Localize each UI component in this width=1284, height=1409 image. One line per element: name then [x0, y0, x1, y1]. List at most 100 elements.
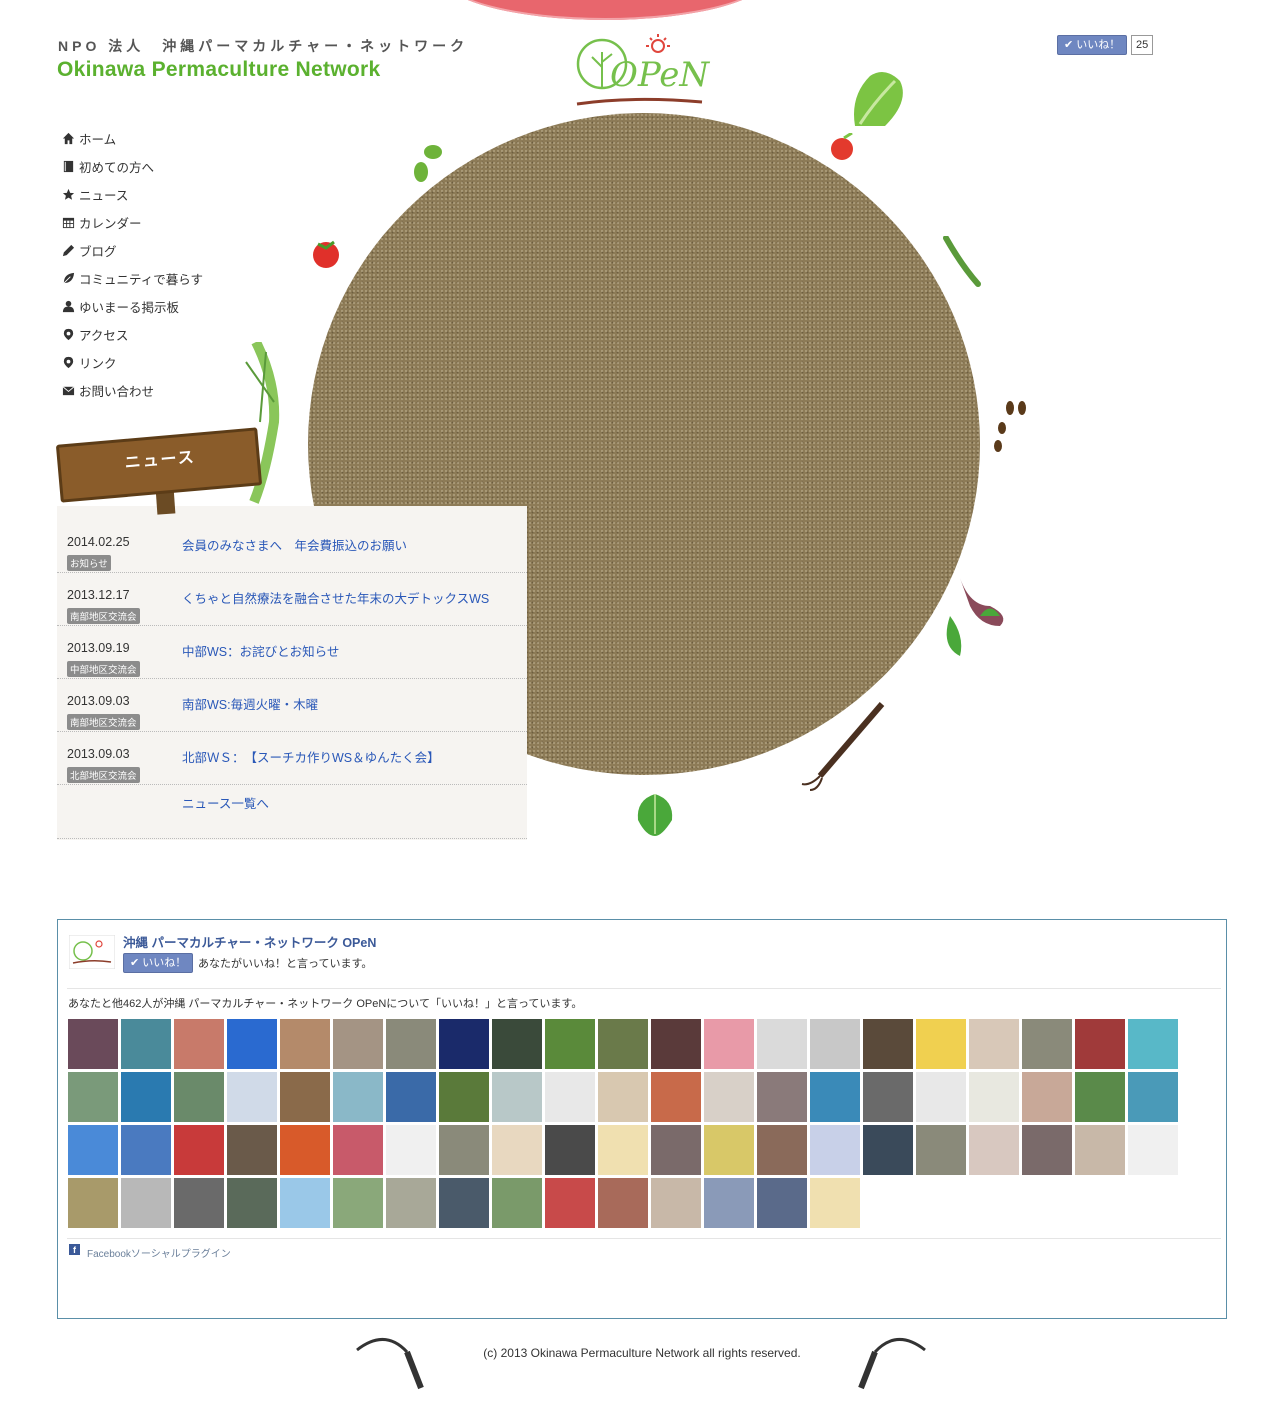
news-title-link[interactable]: 南部WS:毎週火曜・木曜	[182, 694, 318, 713]
fan-avatar[interactable]	[121, 1072, 171, 1122]
fan-avatar[interactable]	[1075, 1072, 1125, 1122]
fan-avatar[interactable]	[863, 1019, 913, 1069]
fan-avatar[interactable]	[68, 1178, 118, 1228]
fan-avatar[interactable]	[439, 1178, 489, 1228]
fan-avatar[interactable]	[545, 1072, 595, 1122]
nav-item-board[interactable]: ゆいまーる掲示板	[62, 292, 203, 320]
fan-avatar[interactable]	[651, 1019, 701, 1069]
fan-avatar[interactable]	[333, 1072, 383, 1122]
fan-avatar[interactable]	[227, 1178, 277, 1228]
social-plugin-link[interactable]: Facebookソーシャルプラグイン	[87, 1245, 231, 1260]
fan-avatar[interactable]	[863, 1072, 913, 1122]
nav-item-community[interactable]: コミュニティで暮らす	[62, 264, 203, 292]
fan-avatar[interactable]	[439, 1125, 489, 1175]
fan-avatar[interactable]	[1075, 1019, 1125, 1069]
fan-avatar[interactable]	[280, 1125, 330, 1175]
fan-avatar[interactable]	[492, 1072, 542, 1122]
fan-avatar[interactable]	[492, 1178, 542, 1228]
fan-avatar[interactable]	[121, 1019, 171, 1069]
fan-avatar[interactable]	[68, 1019, 118, 1069]
fan-avatar[interactable]	[121, 1178, 171, 1228]
fan-avatar[interactable]	[969, 1019, 1019, 1069]
fan-avatar[interactable]	[1075, 1125, 1125, 1175]
fan-avatar[interactable]	[174, 1178, 224, 1228]
fan-avatar[interactable]	[386, 1072, 436, 1122]
news-title-link[interactable]: くちゃと自然療法を融合させた年末の大デトックスWS	[182, 588, 489, 607]
fan-avatar[interactable]	[1022, 1019, 1072, 1069]
fan-avatar[interactable]	[916, 1019, 966, 1069]
fan-avatar[interactable]	[598, 1178, 648, 1228]
fan-avatar[interactable]	[704, 1019, 754, 1069]
news-list-link[interactable]: ニュース一覧へ	[182, 793, 269, 812]
fan-avatar[interactable]	[1022, 1125, 1072, 1175]
fan-avatar[interactable]	[651, 1178, 701, 1228]
fan-avatar[interactable]	[386, 1178, 436, 1228]
facebook-like-button[interactable]: ✔ いいね！	[123, 953, 194, 973]
facebook-page-name[interactable]: 沖縄 パーマカルチャー・ネットワーク OPeN	[123, 932, 376, 951]
nav-item-beginners[interactable]: 初めての方へ	[62, 152, 203, 180]
fan-avatar[interactable]	[121, 1125, 171, 1175]
fan-avatar[interactable]	[227, 1125, 277, 1175]
news-title-link[interactable]: 中部WS：お詫びとお知らせ	[182, 641, 339, 660]
fan-avatar[interactable]	[439, 1019, 489, 1069]
fan-avatar[interactable]	[545, 1178, 595, 1228]
nav-item-links[interactable]: リンク	[62, 348, 203, 376]
fan-avatar[interactable]	[492, 1125, 542, 1175]
facebook-like-button[interactable]: ✔ いいね！	[1057, 35, 1128, 55]
fan-avatar[interactable]	[598, 1019, 648, 1069]
fan-avatar[interactable]	[704, 1178, 754, 1228]
fan-avatar[interactable]	[68, 1072, 118, 1122]
fan-avatar[interactable]	[333, 1178, 383, 1228]
fan-avatar[interactable]	[916, 1125, 966, 1175]
fan-avatar[interactable]	[916, 1072, 966, 1122]
nav-item-home[interactable]: ホーム	[62, 124, 203, 152]
fan-avatar[interactable]	[280, 1178, 330, 1228]
news-title-link[interactable]: 北部ＷＳ： 【スーチカ作りWS＆ゆんたく会】	[182, 747, 440, 766]
fan-avatar[interactable]	[969, 1125, 1019, 1175]
fan-avatar[interactable]	[651, 1125, 701, 1175]
fan-avatar[interactable]	[598, 1125, 648, 1175]
fan-avatar[interactable]	[227, 1019, 277, 1069]
fan-avatar[interactable]	[810, 1072, 860, 1122]
nav-item-calendar[interactable]: カレンダー	[62, 208, 203, 236]
fan-avatar[interactable]	[1128, 1019, 1178, 1069]
nav-item-access[interactable]: アクセス	[62, 320, 203, 348]
fan-avatar[interactable]	[704, 1125, 754, 1175]
fan-avatar[interactable]	[386, 1125, 436, 1175]
nav-item-news[interactable]: ニュース	[62, 180, 203, 208]
news-title-link[interactable]: 会員のみなさまへ 年会費振込のお願い	[182, 535, 407, 554]
fan-avatar[interactable]	[174, 1019, 224, 1069]
fan-avatar[interactable]	[280, 1072, 330, 1122]
fan-avatar[interactable]	[1128, 1125, 1178, 1175]
fan-avatar[interactable]	[545, 1125, 595, 1175]
fan-avatar[interactable]	[704, 1072, 754, 1122]
fan-avatar[interactable]	[174, 1072, 224, 1122]
nav-item-contact[interactable]: お問い合わせ	[62, 376, 203, 404]
fan-avatar[interactable]	[810, 1019, 860, 1069]
fan-avatar[interactable]	[598, 1072, 648, 1122]
fan-avatar[interactable]	[810, 1125, 860, 1175]
fan-avatar[interactable]	[174, 1125, 224, 1175]
fan-avatar[interactable]	[227, 1072, 277, 1122]
fan-avatar[interactable]	[757, 1178, 807, 1228]
fan-avatar[interactable]	[333, 1019, 383, 1069]
nav-item-blog[interactable]: ブログ	[62, 236, 203, 264]
fan-avatar[interactable]	[757, 1072, 807, 1122]
fan-avatar[interactable]	[280, 1019, 330, 1069]
fan-avatar[interactable]	[863, 1125, 913, 1175]
fan-avatar[interactable]	[969, 1072, 1019, 1122]
fan-avatar[interactable]	[545, 1019, 595, 1069]
fan-avatar[interactable]	[757, 1125, 807, 1175]
fan-avatar[interactable]	[757, 1019, 807, 1069]
org-name-english[interactable]: Okinawa Permaculture Network	[57, 58, 381, 82]
fan-avatar[interactable]	[1022, 1072, 1072, 1122]
fan-avatar[interactable]	[439, 1072, 489, 1122]
page-avatar[interactable]	[69, 935, 115, 969]
fan-avatar[interactable]	[68, 1125, 118, 1175]
fan-avatar[interactable]	[1128, 1072, 1178, 1122]
fan-avatar[interactable]	[386, 1019, 436, 1069]
fan-avatar[interactable]	[492, 1019, 542, 1069]
fan-avatar[interactable]	[810, 1178, 860, 1228]
fan-avatar[interactable]	[333, 1125, 383, 1175]
fan-avatar[interactable]	[651, 1072, 701, 1122]
